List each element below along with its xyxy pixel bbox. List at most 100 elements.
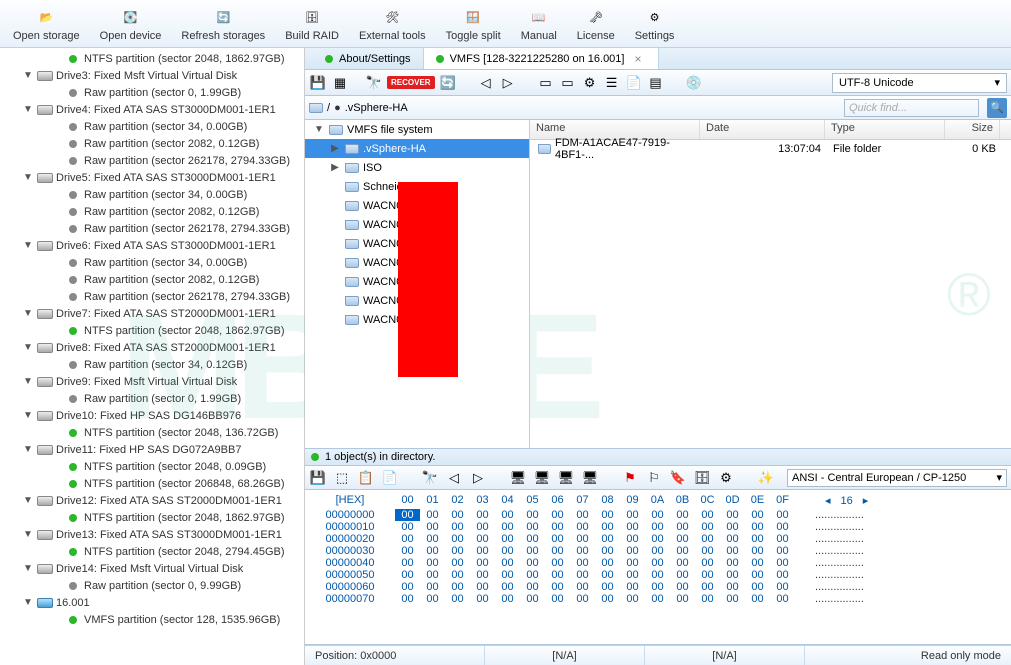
drive-tree-drive[interactable]: ▼Drive5: Fixed ATA SAS ST3000DM001-1ER1: [0, 169, 304, 186]
file-row[interactable]: FDM-A1ACAE47-7919-4BF1-...13:07:04File f…: [530, 140, 1011, 158]
drive-tree-drive[interactable]: ▼Drive9: Fixed Msft Virtual Virtual Disk: [0, 373, 304, 390]
doc-icon[interactable]: 📄: [625, 74, 643, 92]
layout1-icon[interactable]: ▭: [537, 74, 555, 92]
expander-icon[interactable]: ▼: [22, 376, 34, 387]
build-raid-button[interactable]: 🗄Build RAID: [276, 2, 348, 46]
manual-button[interactable]: 📖Manual: [512, 2, 566, 46]
expander-icon[interactable]: ▼: [22, 597, 34, 608]
next-icon[interactable]: ▷: [499, 74, 517, 92]
flag-icon[interactable]: ⚐: [645, 469, 663, 487]
expander-icon[interactable]: ▼: [22, 410, 34, 421]
drive-tree-drive[interactable]: ▼Drive4: Fixed ATA SAS ST3000DM001-1ER1: [0, 101, 304, 118]
column-header[interactable]: Size: [945, 120, 1000, 139]
drive-tree-drive[interactable]: ▼Drive7: Fixed ATA SAS ST2000DM001-1ER1: [0, 305, 304, 322]
drive-tree-drive[interactable]: ▼Drive10: Fixed HP SAS DG146BB976: [0, 407, 304, 424]
external-tools-button[interactable]: 🛠External tools: [350, 2, 435, 46]
hex-row[interactable]: 0000003000000000000000000000000000000000…: [305, 545, 1011, 557]
prev-icon[interactable]: ◁: [477, 74, 495, 92]
paste-icon[interactable]: 📄: [381, 469, 399, 487]
expander-icon[interactable]: ▼: [313, 124, 325, 135]
search-button[interactable]: 🔍: [987, 98, 1007, 118]
drive-tree-partition[interactable]: Raw partition (sector 0, 1.99GB): [0, 84, 304, 101]
win1-icon[interactable]: 🖥: [509, 469, 527, 487]
breadcrumb-part[interactable]: /: [327, 102, 330, 114]
bookmark-icon[interactable]: 🔖: [669, 469, 687, 487]
db-icon[interactable]: 🗄: [693, 469, 711, 487]
refresh-storages-button[interactable]: 🔄Refresh storages: [172, 2, 274, 46]
expander-icon[interactable]: ▶: [329, 143, 341, 154]
folder-tree-item[interactable]: ▶.vSphere-HA: [305, 139, 529, 158]
hex-row[interactable]: 0000004000000000000000000000000000000000…: [305, 557, 1011, 569]
drive-tree-drive[interactable]: ▼Drive6: Fixed ATA SAS ST3000DM001-1ER1: [0, 237, 304, 254]
hex-row[interactable]: 0000007000000000000000000000000000000000…: [305, 593, 1011, 605]
drive-tree-partition[interactable]: Raw partition (sector 2082, 0.12GB): [0, 135, 304, 152]
drive-tree-partition[interactable]: Raw partition (sector 262178, 2794.33GB): [0, 152, 304, 169]
drive-tree-partition[interactable]: Raw partition (sector 262178, 2794.33GB): [0, 288, 304, 305]
expander-icon[interactable]: ▶: [329, 162, 341, 173]
folder-tree-item[interactable]: ▶ISO: [305, 158, 529, 177]
open-storage-button[interactable]: 📂Open storage: [4, 2, 89, 46]
column-header[interactable]: Type: [825, 120, 945, 139]
hex-row[interactable]: 0000006000000000000000000000000000000000…: [305, 581, 1011, 593]
expander-icon[interactable]: ▼: [22, 563, 34, 574]
hex-encoding-select[interactable]: ANSI - Central European / CP-1250 ▾: [787, 469, 1007, 487]
drive-tree-partition[interactable]: Raw partition (sector 34, 0.00GB): [0, 186, 304, 203]
breadcrumb-part[interactable]: .vSphere-HA: [345, 102, 408, 114]
win4-icon[interactable]: 🖥: [581, 469, 599, 487]
flag-red-icon[interactable]: ⚑: [621, 469, 639, 487]
find-icon[interactable]: 🔭: [421, 469, 439, 487]
settings-button[interactable]: ⚙Settings: [626, 2, 684, 46]
drive-tree-partition[interactable]: NTFS partition (sector 2048, 1862.97GB): [0, 509, 304, 526]
folder-tree[interactable]: ▼VMFS file system▶.vSphere-HA▶ISOSchneid…: [305, 120, 530, 448]
hex-row[interactable]: 0000000000000000000000000000000000000000…: [305, 509, 1011, 521]
drive-tree-partition[interactable]: NTFS partition (sector 206848, 68.26GB): [0, 475, 304, 492]
folder-tree-item[interactable]: ▼VMFS file system: [305, 120, 529, 139]
wand-icon[interactable]: ✨: [757, 469, 775, 487]
binoculars-icon[interactable]: 🔭: [365, 74, 383, 92]
drive-tree-drive[interactable]: ▼Drive8: Fixed ATA SAS ST2000DM001-1ER1: [0, 339, 304, 356]
copy-icon[interactable]: 📋: [357, 469, 375, 487]
expander-icon[interactable]: ▼: [22, 104, 34, 115]
drive-tree-panel[interactable]: NTFS partition (sector 2048, 1862.97GB)▼…: [0, 48, 305, 665]
win3-icon[interactable]: 🖥: [557, 469, 575, 487]
drive-tree-partition[interactable]: NTFS partition (sector 2048, 1862.97GB): [0, 322, 304, 339]
refresh-icon[interactable]: 🔄: [439, 74, 457, 92]
open-device-button[interactable]: 💽Open device: [91, 2, 171, 46]
drive-tree-drive[interactable]: ▼Drive13: Fixed ATA SAS ST3000DM001-1ER1: [0, 526, 304, 543]
drive-tree-partition[interactable]: NTFS partition (sector 2048, 2794.45GB): [0, 543, 304, 560]
expander-icon[interactable]: ▼: [22, 529, 34, 540]
win2-icon[interactable]: 🖥: [533, 469, 551, 487]
select-icon[interactable]: ⬚: [333, 469, 351, 487]
hex-row[interactable]: 0000001000000000000000000000000000000000…: [305, 521, 1011, 533]
grid-icon[interactable]: ▦: [331, 74, 349, 92]
recover-button[interactable]: RECOVER: [387, 76, 435, 89]
tab[interactable]: VMFS [128-3221225280 on 16.001]×: [424, 48, 659, 69]
drive-tree-partition[interactable]: Raw partition (sector 262178, 2794.33GB): [0, 220, 304, 237]
drive-tree-drive[interactable]: ▼Drive3: Fixed Msft Virtual Virtual Disk: [0, 67, 304, 84]
toggle-split-button[interactable]: 🪟Toggle split: [437, 2, 510, 46]
quick-find-input[interactable]: Quick find...: [844, 99, 979, 117]
expander-icon[interactable]: ▼: [22, 172, 34, 183]
table-icon[interactable]: ▤: [647, 74, 665, 92]
column-header[interactable]: Date: [700, 120, 825, 139]
save-icon[interactable]: 💾: [309, 469, 327, 487]
save-icon[interactable]: 💾: [309, 74, 327, 92]
drive-tree-partition[interactable]: Raw partition (sector 2082, 0.12GB): [0, 203, 304, 220]
gear2-icon[interactable]: ⚙: [717, 469, 735, 487]
hex-row[interactable]: 0000005000000000000000000000000000000000…: [305, 569, 1011, 581]
expander-icon[interactable]: ▼: [22, 444, 34, 455]
drive-tree-drive[interactable]: ▼Drive14: Fixed Msft Virtual Virtual Dis…: [0, 560, 304, 577]
encoding-select[interactable]: UTF-8 Unicode ▾: [832, 73, 1007, 93]
hex-row[interactable]: 0000002000000000000000000000000000000000…: [305, 533, 1011, 545]
disc-icon[interactable]: 💿: [685, 74, 703, 92]
hex-next-icon[interactable]: ▸: [863, 494, 869, 507]
drive-tree-partition[interactable]: Raw partition (sector 34, 0.00GB): [0, 118, 304, 135]
drive-tree-partition[interactable]: Raw partition (sector 34, 0.00GB): [0, 254, 304, 271]
expander-icon[interactable]: ▼: [22, 240, 34, 251]
drive-tree-drive[interactable]: ▼Drive12: Fixed ATA SAS ST2000DM001-1ER1: [0, 492, 304, 509]
drive-tree-partition[interactable]: VMFS partition (sector 128, 1535.96GB): [0, 611, 304, 628]
drive-tree-partition[interactable]: NTFS partition (sector 2048, 136.72GB): [0, 424, 304, 441]
drive-tree-partition[interactable]: Raw partition (sector 0, 9.99GB): [0, 577, 304, 594]
drive-tree-host[interactable]: ▼16.001: [0, 594, 304, 611]
drive-tree-partition[interactable]: NTFS partition (sector 2048, 0.09GB): [0, 458, 304, 475]
